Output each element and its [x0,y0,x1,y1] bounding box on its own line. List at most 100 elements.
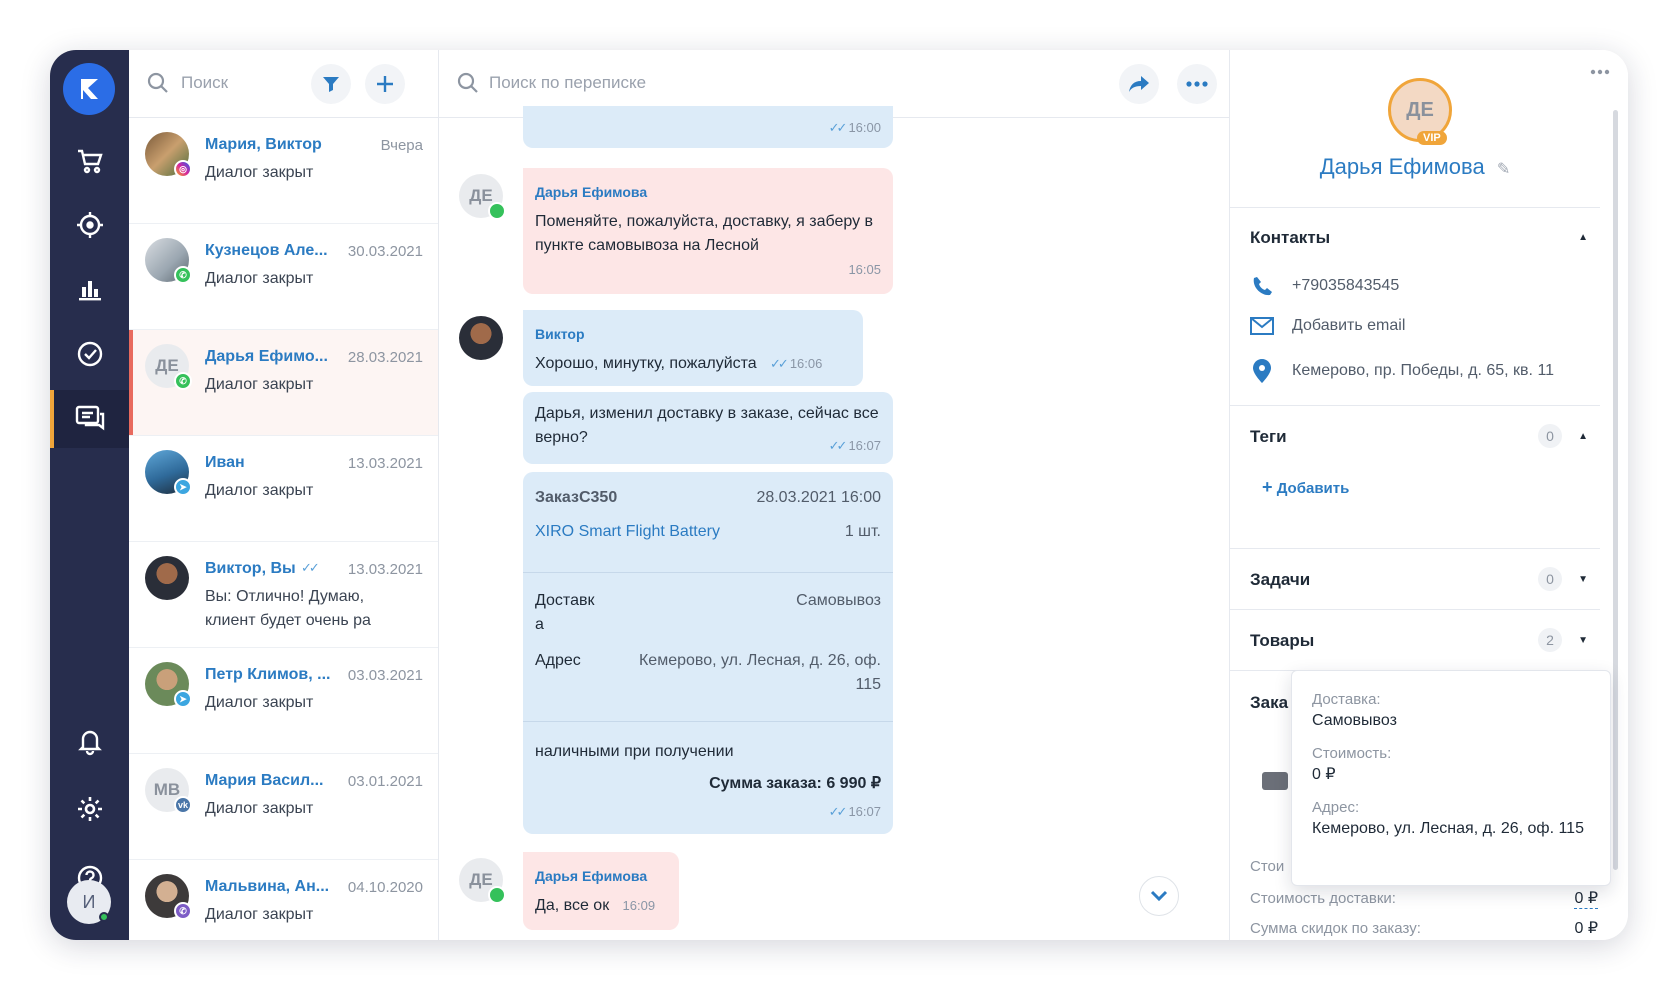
dialog-status: Диалог закрыт [205,482,314,499]
telegram-icon: ➤ [174,690,192,708]
dialog-date: 03.01.2021 [347,773,423,790]
message-bubble-incoming: Дарья Ефимова Да, все ок 16:09 [523,852,679,930]
cart-icon[interactable] [50,132,129,190]
panel-scrollbar[interactable] [1613,110,1618,870]
message-bubble-outgoing: Дарья, изменил доставку в заказе, сейчас… [523,392,893,464]
message-time: 16:07 [848,804,881,819]
order-datetime: 28.03.2021 16:00 [756,489,881,506]
address-label: Адрес [535,652,581,669]
client-name-row: Дарья Ефимова ✎ [1230,154,1600,180]
contact-phone[interactable]: +79035843545 [1250,275,1399,297]
viber-icon: ✆ [174,902,192,920]
add-tag-button[interactable]: + Добавить [1262,477,1349,498]
dialog-item[interactable]: МВ vk Мария Васил... 03.01.2021 Диалог з… [129,754,438,860]
dialog-name: Дарья Ефимо... [205,348,328,365]
analytics-icon[interactable] [50,260,129,318]
logo-icon[interactable] [63,63,115,115]
avatar: ДЕ [459,174,506,220]
double-check-icon: ✓✓ [828,438,848,453]
chevron-down-icon[interactable]: ▼ [1578,574,1588,585]
dialog-status: Диалог закрыт [205,694,314,711]
telegram-icon: ➤ [174,478,192,496]
message-bubble-outgoing: Виктор Хорошо, минутку, пожалуйста ✓✓ 16:… [523,310,863,386]
message-text: Да, все ок [535,897,610,914]
plus-icon [377,76,393,92]
orders-title[interactable]: Зака [1250,693,1288,713]
chats-icon[interactable] [50,390,129,448]
user-initial: И [82,891,96,912]
dialog-list: Поиск ◎ Мария, Виктор Вчера Диалог закры… [129,50,439,940]
delivery-value: Самовывоз [796,592,881,609]
chevron-down-icon [1150,890,1168,902]
edit-icon[interactable]: ✎ [1497,161,1510,178]
avatar: ДЕ ✆ [145,344,192,390]
tags-title[interactable]: Теги [1250,427,1287,447]
whatsapp-icon [488,202,506,220]
panel-more-icon[interactable] [1590,62,1610,80]
dialog-status: Диалог закрыт [205,800,314,817]
dialog-name: Кузнецов Але... [205,242,328,259]
contact-email[interactable]: Добавить email [1250,317,1405,335]
chevron-up-icon[interactable]: ▲ [1578,232,1588,243]
dialog-item[interactable]: ◎ Мария, Виктор Вчера Диалог закрыт [129,118,438,224]
contact-address[interactable]: Кемерово, пр. Победы, д. 65, кв. 11 [1250,359,1554,383]
filter-icon [323,77,339,92]
email-icon [1250,317,1274,335]
message-text: Хорошо, минутку, пожалуйста [535,355,757,372]
add-tag-label: Добавить [1276,480,1350,497]
tasks-icon[interactable] [50,325,129,383]
more-button[interactable] [1177,64,1217,104]
dialog-item[interactable]: Виктор, Вы ✓✓ 13.03.2021 Вы: Отлично! Ду… [129,542,438,648]
discount-label: Сумма скидок по заказу: [1250,920,1421,937]
whatsapp-icon [488,886,506,904]
avatar: ➤ [145,450,192,496]
scroll-down-button[interactable] [1139,876,1179,916]
order-number[interactable]: ЗаказC350 [535,489,617,506]
gear-icon[interactable] [50,780,129,838]
double-check-icon: ✓✓ [301,560,320,575]
search-icon [457,72,479,99]
discount-value: 0 ₽ [1574,920,1598,937]
dialog-date: Вчера [380,137,423,154]
divider [1230,405,1600,406]
plus-icon: + [1262,477,1273,497]
chat-search-input[interactable]: Поиск по переписке [489,73,646,93]
cost-label: Стои [1250,858,1285,875]
payment-method: наличными при получении [535,743,734,760]
dialog-item[interactable]: ➤ Иван 13.03.2021 Диалог закрыт [129,436,438,542]
tasks-count: 0 [1538,567,1562,591]
goods-title[interactable]: Товары [1250,631,1314,651]
tasks-title[interactable]: Задачи [1250,570,1310,590]
target-icon[interactable] [50,196,129,254]
tooltip-address-value: Кемерово, ул. Лесная, д. 26, оф. 115 [1312,820,1584,837]
add-dialog-button[interactable] [365,64,405,104]
message-time: 16:05 [848,262,881,277]
contacts-title[interactable]: Контакты [1250,228,1330,248]
tooltip-cost-value: 0 ₽ [1312,766,1336,783]
dialog-item[interactable]: ✆ Мальвина, Ан... 04.10.2020 Диалог закр… [129,860,438,940]
dialog-search-bar: Поиск [129,50,438,118]
avatar-initials: ДЕ [469,186,493,205]
dialog-item-active[interactable]: ДЕ ✆ Дарья Ефимо... 28.03.2021 Диалог за… [129,330,438,436]
avatar: ◎ [145,132,192,178]
divider [1230,609,1600,610]
chevron-down-icon[interactable]: ▼ [1578,635,1588,646]
delivery-cost-value[interactable]: 0 ₽ [1574,888,1598,909]
user-avatar[interactable]: И [67,880,111,924]
dialog-status: Вы: Отлично! Думаю, клиент будет очень р… [205,588,371,629]
filter-button[interactable] [311,64,351,104]
dialog-name: Мария, Виктор [205,136,322,153]
message-time: 16:00 [848,120,881,135]
dialog-status: Диалог закрыт [205,270,314,287]
forward-button[interactable] [1119,64,1159,104]
chevron-up-icon[interactable]: ▲ [1578,431,1588,442]
product-thumbnail [1262,772,1288,790]
dialog-search-input[interactable]: Поиск [181,73,228,93]
dialog-item[interactable]: ✆ Кузнецов Але... 30.03.2021 Диалог закр… [129,224,438,330]
dialog-item[interactable]: ➤ Петр Климов, ... 03.03.2021 Диалог зак… [129,648,438,754]
message-time: 16:07 [848,438,881,453]
client-name[interactable]: Дарья Ефимова [1320,154,1485,179]
order-product-link[interactable]: XIRO Smart Flight Battery [535,523,720,540]
dialog-name: Мария Васил... [205,772,324,789]
bell-icon[interactable] [50,712,129,770]
